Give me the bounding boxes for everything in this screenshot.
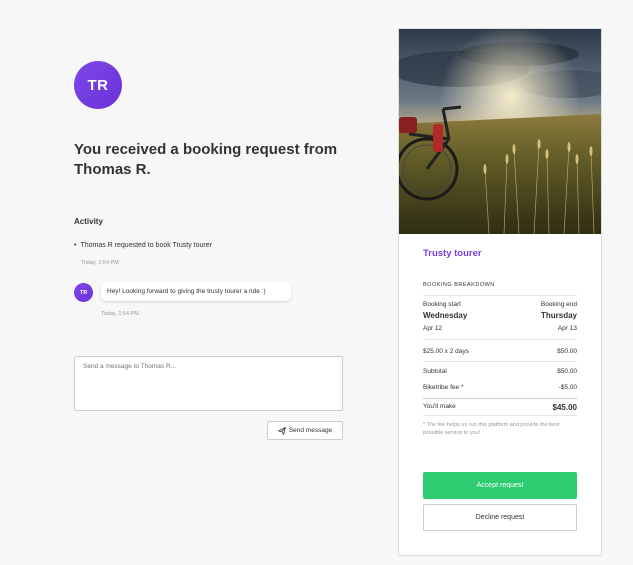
divider	[423, 361, 577, 362]
requester-avatar: TR	[74, 61, 122, 109]
rate-value: $50.00	[557, 348, 577, 355]
subtotal-row: Subtotal $50.00	[423, 368, 577, 375]
fee-label: Biketribe fee *	[423, 384, 464, 391]
message-input[interactable]	[74, 356, 343, 411]
booking-days-row: Wednesday Thursday	[423, 311, 577, 320]
booking-start-label: Booking start	[423, 301, 461, 308]
activity-event-text: Thomas R requested to book Trusty tourer	[80, 242, 212, 249]
message-bubble: Hey! Looking forward to giving the trust…	[101, 282, 291, 301]
booking-dates-row: Apr 12 Apr 13	[423, 325, 577, 332]
bullet-icon: •	[74, 242, 77, 249]
divider	[423, 339, 577, 340]
bike-photo	[399, 29, 601, 234]
booking-end-date: Apr 13	[557, 325, 577, 332]
total-row: You'll make $45.00	[423, 403, 577, 412]
paper-plane-icon	[277, 426, 286, 435]
send-message-label: Send message	[288, 427, 333, 434]
activity-event: • Thomas R requested to book Trusty toure…	[74, 242, 212, 249]
booking-start-date: Apr 12	[423, 325, 443, 332]
rate-label: $25.00 x 2 days	[423, 348, 469, 355]
booking-end-label: Booking end	[540, 301, 577, 308]
booking-card: Trusty tourer BOOKING BREAKDOWN Booking …	[398, 28, 602, 556]
subtotal-label: Subtotal	[423, 368, 447, 375]
fee-row: Biketribe fee * -$5.00	[423, 384, 577, 391]
rate-row: $25.00 x 2 days $50.00	[423, 348, 577, 355]
total-value: $45.00	[552, 403, 577, 412]
send-message-button[interactable]: Send message	[267, 421, 343, 440]
breakdown-heading: BOOKING BREAKDOWN	[423, 282, 495, 288]
total-label: You'll make	[423, 403, 456, 410]
subtotal-value: $50.00	[557, 368, 577, 375]
booking-start-day: Wednesday	[423, 311, 468, 320]
activity-heading: Activity	[74, 217, 103, 226]
listing-name: Trusty tourer	[423, 248, 482, 259]
divider	[423, 415, 577, 416]
message-time: Today, 1:54 PM	[101, 311, 139, 317]
activity-event-time: Today, 1:54 PM	[81, 260, 119, 266]
page-title: You received a booking request from Thom…	[74, 141, 338, 178]
fee-note: * The fee helps us run this platform and…	[423, 422, 560, 436]
decline-request-button[interactable]: Decline request	[423, 504, 577, 531]
divider	[423, 398, 577, 399]
booking-end-day: Thursday	[540, 311, 577, 320]
message-avatar: TR	[74, 283, 93, 302]
divider	[423, 295, 577, 296]
fee-value: -$5.00	[558, 384, 577, 391]
accept-request-button[interactable]: Accept request	[423, 472, 577, 499]
booking-labels-row: Booking start Booking end	[423, 301, 577, 308]
